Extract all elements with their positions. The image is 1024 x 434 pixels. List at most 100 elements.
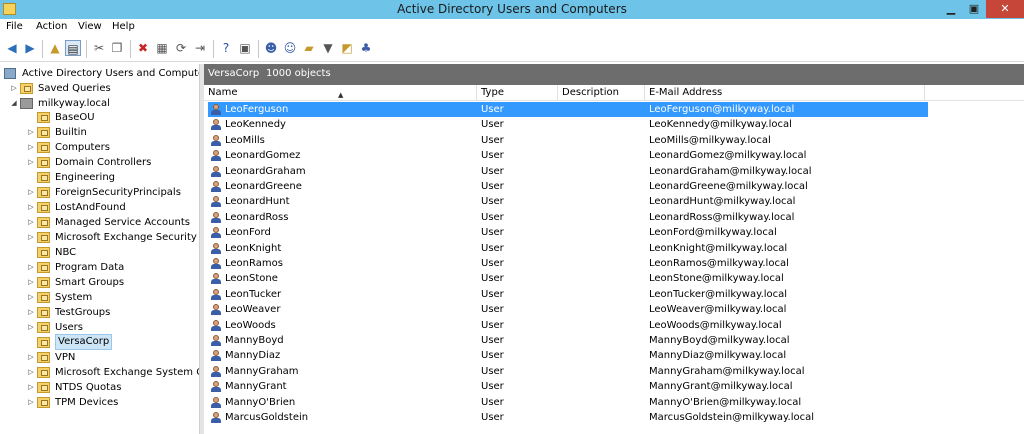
user-email: LeonFord@milkyway.local bbox=[649, 227, 777, 239]
tree-item-smart-groups[interactable]: ▷ Smart Groups bbox=[27, 275, 199, 290]
list-item[interactable]: LeonardHunt User LeonardHunt@milkyway.loca… bbox=[208, 194, 928, 209]
tree-item-microsoft-exchange-security-groups[interactable]: ▷ Microsoft Exchange Security Grou bbox=[27, 230, 199, 245]
expand-arrow-icon[interactable]: ▷ bbox=[10, 81, 18, 96]
expand-arrow-icon[interactable]: ▷ bbox=[27, 350, 35, 365]
list-item[interactable]: LeoWeaver User LeoWeaver@milkyway.local bbox=[208, 302, 928, 317]
expand-arrow-icon[interactable]: ▷ bbox=[27, 155, 35, 170]
maximize-button[interactable]: ▣ bbox=[962, 0, 986, 18]
list-item[interactable]: MannyGraham User MannyGraham@milkyway.loca… bbox=[208, 364, 928, 379]
folder-icon bbox=[37, 217, 50, 228]
minimize-button[interactable]: ▁ bbox=[940, 0, 962, 18]
menu-help[interactable]: Help bbox=[112, 21, 135, 32]
tree-item-baseou[interactable]: BaseOU bbox=[27, 110, 199, 125]
console-help-icon[interactable]: ▣ bbox=[237, 40, 253, 56]
tree-item-managed-service-accounts[interactable]: ▷ Managed Service Accounts bbox=[27, 215, 199, 230]
menu-file[interactable]: File bbox=[6, 21, 23, 32]
tree-item-nbc[interactable]: NBC bbox=[27, 245, 199, 260]
list-item[interactable]: LeonardGreene User LeonardGreene@milkyway.… bbox=[208, 179, 928, 194]
list-item[interactable]: LeonardRoss User LeonardRoss@milkyway.loca… bbox=[208, 210, 928, 225]
new-group-icon[interactable]: ☺ bbox=[282, 40, 298, 56]
list-item[interactable]: LeoFerguson User LeoFerguson@milkyway.loca… bbox=[208, 102, 928, 117]
tree-item-builtin[interactable]: ▷ Builtin bbox=[27, 125, 199, 140]
properties-icon[interactable]: ▦ bbox=[154, 40, 170, 56]
copy-icon[interactable]: ❐ bbox=[109, 40, 125, 56]
list-item[interactable]: LeonFord User LeonFord@milkyway.local bbox=[208, 225, 928, 240]
delete-icon[interactable]: ✖ bbox=[135, 40, 151, 56]
expand-arrow-icon[interactable]: ▷ bbox=[27, 380, 35, 395]
column-header-name[interactable]: Name ▲ bbox=[204, 85, 477, 101]
add-to-group-icon[interactable]: ♣ bbox=[358, 40, 374, 56]
forward-icon[interactable]: ▶ bbox=[22, 40, 38, 56]
tree-item-saved-queries[interactable]: ▷ Saved Queries bbox=[10, 81, 199, 96]
list-item[interactable]: LeonardGraham User LeonardGraham@milkyway.… bbox=[208, 164, 928, 179]
list-item[interactable]: LeoWoods User LeoWoods@milkyway.local bbox=[208, 318, 928, 333]
tree-item-versacorp[interactable]: VersaCorp bbox=[27, 334, 199, 350]
user-name: LeoWoods bbox=[225, 319, 276, 331]
tree-item-domain-controllers[interactable]: ▷ Domain Controllers bbox=[27, 155, 199, 170]
list-item[interactable]: LeonTucker User LeonTucker@milkyway.local bbox=[208, 287, 928, 302]
expand-arrow-icon[interactable]: ▷ bbox=[27, 290, 35, 305]
folder-icon bbox=[37, 292, 50, 303]
user-name: MannyDiaz bbox=[225, 350, 281, 362]
help-icon[interactable]: ? bbox=[218, 40, 234, 56]
user-email: LeoMills@milkyway.local bbox=[649, 134, 771, 146]
expand-arrow-icon[interactable]: ▷ bbox=[27, 230, 35, 245]
tree-root[interactable]: Active Directory Users and Computers [D bbox=[4, 66, 199, 81]
tree-item-testgroups[interactable]: ▷ TestGroups bbox=[27, 305, 199, 320]
cut-icon[interactable]: ✂ bbox=[91, 40, 107, 56]
list-item[interactable]: MannyBoyd User MannyBoyd@milkyway.local bbox=[208, 333, 928, 348]
show-console-tree-icon[interactable]: ▤ bbox=[65, 40, 81, 56]
list-item[interactable]: LeonKnight User LeonKnight@milkyway.local bbox=[208, 241, 928, 256]
expand-arrow-icon[interactable]: ▷ bbox=[27, 320, 35, 335]
refresh-icon[interactable]: ⟳ bbox=[173, 40, 189, 56]
expand-arrow-icon[interactable]: ▷ bbox=[27, 260, 35, 275]
find-icon[interactable]: ◩ bbox=[339, 40, 355, 56]
toolbar-separator bbox=[86, 40, 87, 58]
tree-item-users[interactable]: ▷ Users bbox=[27, 320, 199, 335]
list-item[interactable]: MannyGrant User MannyGrant@milkyway.local bbox=[208, 379, 928, 394]
list-item[interactable]: LeonStone User LeonStone@milkyway.local bbox=[208, 271, 928, 286]
tree-item-system[interactable]: ▷ System bbox=[27, 290, 199, 305]
new-ou-icon[interactable]: ▰ bbox=[301, 40, 317, 56]
tree-item-engineering[interactable]: Engineering bbox=[27, 170, 199, 185]
list-item[interactable]: MannyDiaz User MannyDiaz@milkyway.local bbox=[208, 348, 928, 363]
menu-view[interactable]: View bbox=[78, 21, 102, 32]
tree-item-program-data[interactable]: ▷ Program Data bbox=[27, 260, 199, 275]
expand-arrow-icon[interactable]: ▷ bbox=[27, 215, 35, 230]
list-item[interactable]: LeonardGomez User LeonardGomez@milkyway.lo… bbox=[208, 148, 928, 163]
menu-action[interactable]: Action bbox=[36, 21, 67, 32]
collapse-arrow-icon[interactable]: ◢ bbox=[10, 96, 18, 111]
filter-icon[interactable]: ▼ bbox=[320, 40, 336, 56]
list-item[interactable]: LeoKennedy User LeoKennedy@milkyway.local bbox=[208, 117, 928, 132]
expand-arrow-icon[interactable]: ▷ bbox=[27, 140, 35, 155]
tree-item-ntds-quotas[interactable]: ▷ NTDS Quotas bbox=[27, 380, 199, 395]
tree-item-foreign-security-principals[interactable]: ▷ ForeignSecurityPrincipals bbox=[27, 185, 199, 200]
new-user-icon[interactable]: ☻ bbox=[263, 40, 279, 56]
tree-item-computers[interactable]: ▷ Computers bbox=[27, 140, 199, 155]
back-icon[interactable]: ◀ bbox=[4, 40, 20, 56]
tree-item-tpm-devices[interactable]: ▷ TPM Devices bbox=[27, 395, 199, 410]
up-folder-icon[interactable]: ▲ bbox=[47, 40, 63, 56]
expand-arrow-icon[interactable]: ▷ bbox=[27, 365, 35, 380]
tree-item-vpn[interactable]: ▷ VPN bbox=[27, 350, 199, 365]
close-button[interactable]: ✕ bbox=[986, 0, 1024, 18]
expand-arrow-icon[interactable]: ▷ bbox=[27, 200, 35, 215]
list-item[interactable]: MannyO'Brien User MannyO'Brien@milkyway.lo… bbox=[208, 395, 928, 410]
list-item[interactable]: MarcusGoldstein User MarcusGoldstein@milky… bbox=[208, 410, 928, 425]
export-list-icon[interactable]: ⇥ bbox=[192, 40, 208, 56]
expand-arrow-icon[interactable]: ▷ bbox=[27, 275, 35, 290]
expand-arrow-icon[interactable]: ▷ bbox=[27, 125, 35, 140]
tree-item-domain[interactable]: ◢ milkyway.local bbox=[10, 96, 199, 111]
list-item[interactable]: LeonRamos User LeonRamos@milkyway.local bbox=[208, 256, 928, 271]
tree-item-lostandfound[interactable]: ▷ LostAndFound bbox=[27, 200, 199, 215]
column-header-email[interactable]: E-Mail Address bbox=[645, 85, 925, 101]
expand-arrow-icon[interactable]: ▷ bbox=[27, 185, 35, 200]
list-item[interactable]: LeoMills User LeoMills@milkyway.local bbox=[208, 133, 928, 148]
column-header-description[interactable]: Description bbox=[558, 85, 645, 101]
expand-arrow-icon[interactable]: ▷ bbox=[27, 395, 35, 410]
user-name: LeoKennedy bbox=[225, 119, 286, 131]
expand-arrow-icon[interactable]: ▷ bbox=[27, 305, 35, 320]
console-tree: Active Directory Users and Computers [D … bbox=[0, 64, 200, 434]
tree-item-microsoft-exchange-system-objects[interactable]: ▷ Microsoft Exchange System Obje bbox=[27, 365, 199, 380]
column-header-type[interactable]: Type bbox=[477, 85, 558, 101]
